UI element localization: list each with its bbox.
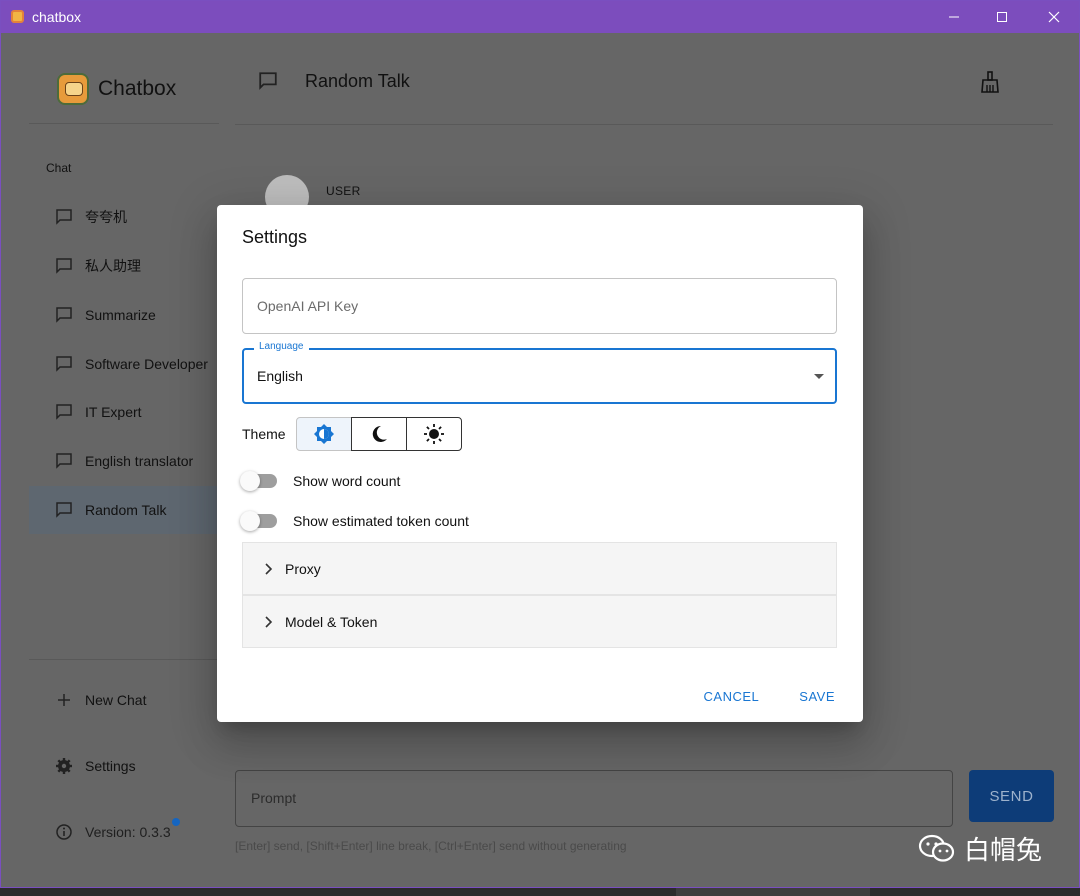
accordion-label: Model & Token xyxy=(285,613,378,630)
wechat-icon xyxy=(918,834,956,864)
update-badge xyxy=(172,818,180,826)
gear-icon xyxy=(55,757,73,775)
divider xyxy=(29,659,219,660)
sidebar-item-summarize[interactable]: Summarize xyxy=(29,291,219,339)
chat-bubble-icon xyxy=(55,306,73,324)
title-bar[interactable]: chatbox xyxy=(1,1,1079,33)
word-count-toggle[interactable]: Show word count xyxy=(240,471,400,491)
language-select[interactable]: Language English xyxy=(242,341,837,404)
api-key-placeholder: OpenAI API Key xyxy=(257,298,359,314)
sidebar-item-software-developer[interactable]: Software Developer xyxy=(29,340,219,388)
sidebar-item-label: 夸夸机 xyxy=(85,209,127,225)
settings-button[interactable]: Settings xyxy=(55,757,136,775)
divider xyxy=(29,123,219,124)
sidebar-item-random-talk[interactable]: Random Talk xyxy=(29,486,219,534)
keyboard-hint: [Enter] send, [Shift+Enter] line break, … xyxy=(235,839,627,853)
send-button[interactable]: SEND xyxy=(969,770,1054,822)
sidebar-item-personal-assistant[interactable]: 私人助理 xyxy=(29,242,219,290)
moon-icon xyxy=(372,425,387,442)
theme-label: Theme xyxy=(242,426,286,442)
brand: Chatbox xyxy=(57,73,176,105)
toggle-switch[interactable] xyxy=(240,511,280,531)
taskbar-strip xyxy=(0,888,1080,896)
sidebar-item-label: Software Developer xyxy=(85,356,208,372)
sidebar-item-label: 私人助理 xyxy=(85,258,141,274)
header-divider xyxy=(235,124,1053,125)
watermark: 白帽兔 xyxy=(918,830,1042,867)
brand-name: Chatbox xyxy=(98,77,177,100)
api-key-field[interactable]: OpenAI API Key xyxy=(242,278,837,334)
sidebar-item-label: English translator xyxy=(85,453,194,469)
minimize-button[interactable] xyxy=(931,1,977,33)
watermark-text: 白帽兔 xyxy=(964,835,1043,865)
app-icon xyxy=(11,10,24,23)
chatbox-logo-icon xyxy=(57,73,89,105)
page-title: Random Talk xyxy=(305,71,410,91)
model-token-accordion[interactable]: Model & Token xyxy=(242,595,837,648)
chat-bubble-icon xyxy=(258,71,278,96)
theme-toggle-group xyxy=(295,417,462,451)
theme-dark-button[interactable] xyxy=(350,417,407,451)
sun-icon xyxy=(423,424,444,444)
info-icon xyxy=(55,823,73,841)
sidebar-item-label: Random Talk xyxy=(85,502,167,518)
broom-icon[interactable] xyxy=(980,71,1000,98)
message-role: USER xyxy=(326,184,361,198)
window-title: chatbox xyxy=(32,9,82,25)
sidebar-item-english-translator[interactable]: English translator xyxy=(29,437,219,485)
token-count-toggle[interactable]: Show estimated token count xyxy=(240,511,469,531)
version-label: Version: 0.3.3 xyxy=(85,824,171,840)
theme-light-button[interactable] xyxy=(405,417,462,451)
toggle-label: Show estimated token count xyxy=(293,513,469,529)
chevron-right-icon xyxy=(260,561,276,577)
accordion-label: Proxy xyxy=(285,560,321,577)
theme-auto-button[interactable] xyxy=(295,417,352,451)
sidebar-item-label: IT Expert xyxy=(85,404,142,420)
plus-icon xyxy=(55,691,73,709)
chat-bubble-icon xyxy=(55,257,73,275)
save-button[interactable]: SAVE xyxy=(799,689,835,704)
settings-dialog: Settings OpenAI API Key Language English… xyxy=(217,205,863,722)
sidebar: Chatbox Chat 夸夸机 私人助理 Summarize Software… xyxy=(1,33,219,887)
new-chat-button[interactable]: New Chat xyxy=(55,691,146,709)
maximize-button[interactable] xyxy=(979,1,1025,33)
dialog-actions: CANCEL SAVE xyxy=(664,689,835,704)
auto-theme-icon xyxy=(313,424,334,444)
dialog-title: Settings xyxy=(242,227,308,247)
sidebar-item-label: Summarize xyxy=(85,307,156,323)
chevron-right-icon xyxy=(260,614,276,630)
prompt-input[interactable]: Prompt xyxy=(235,770,953,827)
language-value: English xyxy=(257,368,303,384)
sidebar-item-it-expert[interactable]: IT Expert xyxy=(29,388,219,436)
sidebar-item-kuakuaji[interactable]: 夸夸机 xyxy=(29,193,219,241)
theme-row: Theme xyxy=(242,417,462,451)
version-info[interactable]: Version: 0.3.3 xyxy=(55,823,171,841)
toggle-switch[interactable] xyxy=(240,471,280,491)
close-button[interactable] xyxy=(1031,1,1077,33)
chat-bubble-icon xyxy=(55,208,73,226)
chat-bubble-icon xyxy=(55,501,73,519)
toggle-label: Show word count xyxy=(293,473,401,489)
language-label: Language xyxy=(254,341,309,352)
prompt-placeholder: Prompt xyxy=(251,790,297,806)
chat-bubble-icon xyxy=(55,355,73,373)
proxy-accordion[interactable]: Proxy xyxy=(242,542,837,595)
section-label: Chat xyxy=(46,161,72,175)
settings-label: Settings xyxy=(85,758,136,774)
cancel-button[interactable]: CANCEL xyxy=(704,689,760,704)
caret-down-icon xyxy=(814,374,824,379)
chat-bubble-icon xyxy=(55,403,73,421)
chat-bubble-icon xyxy=(55,452,73,470)
new-chat-label: New Chat xyxy=(85,692,147,708)
